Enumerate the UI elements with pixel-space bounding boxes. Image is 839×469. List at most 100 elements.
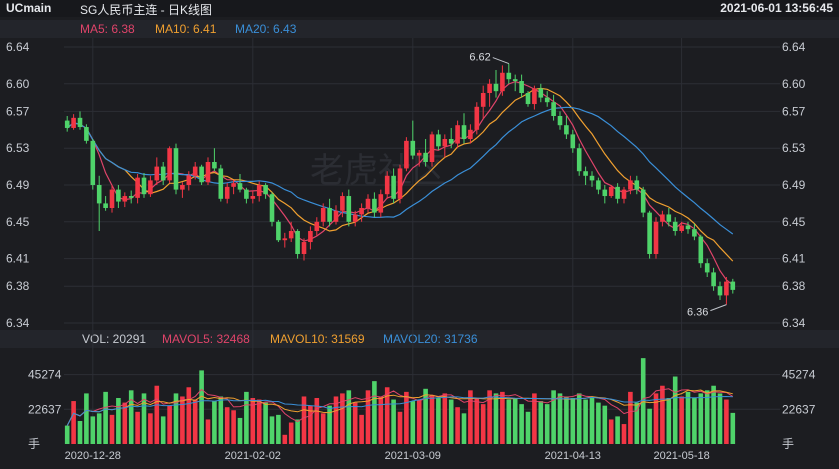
- candle-body: [77, 117, 83, 128]
- candle-body: [301, 242, 307, 254]
- volume-tick-label: 手: [782, 437, 794, 451]
- candle: [154, 157, 160, 185]
- candle-body: [442, 139, 448, 147]
- candle-body: [288, 231, 294, 239]
- kline-chart[interactable]: 老虎社区 6.646.606.576.536.496.456.416.386.3…: [0, 0, 839, 469]
- volume-bar: [704, 390, 710, 444]
- candle: [493, 70, 499, 98]
- candle-body: [295, 231, 300, 254]
- volume-bar: [212, 401, 217, 444]
- candle: [519, 74, 524, 98]
- candle: [135, 173, 140, 204]
- candle-body: [685, 225, 691, 230]
- volume-bar: [698, 393, 704, 444]
- candle-body: [455, 125, 460, 144]
- candle-body: [660, 214, 665, 222]
- candle-body: [372, 198, 377, 213]
- candle-body: [416, 152, 422, 156]
- candle-body: [256, 185, 262, 197]
- candle-body: [730, 281, 736, 290]
- volume-bar: [256, 399, 262, 444]
- candle: [237, 173, 243, 193]
- volume-bar: [448, 399, 454, 444]
- volume-tick-label: 手: [28, 437, 40, 451]
- price-tick-label: 6.38: [6, 279, 30, 293]
- candle-body: [64, 120, 70, 128]
- candle: [532, 85, 537, 110]
- date-tick-label: 2021-03-09: [385, 450, 441, 462]
- volume-bar: [269, 416, 275, 444]
- volume-bar: [570, 398, 576, 444]
- candle-body: [320, 208, 326, 222]
- price-tick-label: 6.53: [6, 141, 30, 155]
- candle: [455, 120, 460, 149]
- candle: [167, 146, 172, 184]
- candle: [148, 175, 153, 197]
- candle-body: [333, 210, 339, 222]
- candle: [506, 63, 512, 84]
- candle-body: [500, 72, 505, 92]
- volume-bar: [512, 398, 518, 444]
- candle-body: [672, 221, 678, 231]
- high-price-label: 6.62: [469, 52, 490, 64]
- candle: [557, 111, 563, 130]
- candle: [250, 190, 256, 204]
- candle-body: [218, 168, 224, 199]
- candle: [730, 278, 736, 294]
- candle: [474, 102, 480, 135]
- candle-body: [468, 129, 473, 139]
- volume-bars: [64, 358, 736, 444]
- candle-body: [410, 140, 416, 156]
- price-tick-label: 6.57: [6, 104, 30, 118]
- date-axis: 2020-12-28 2021-02-02 2021-03-09 2021-04-13…: [65, 450, 710, 462]
- volume-bar: [679, 396, 684, 444]
- candle-body: [90, 140, 96, 185]
- candle: [314, 217, 320, 236]
- volume-bar: [116, 398, 121, 444]
- candle: [295, 229, 300, 259]
- candle-body: [692, 229, 697, 237]
- candle: [512, 74, 518, 92]
- volume-bar: [186, 387, 192, 444]
- candlesticks: [64, 63, 736, 305]
- volume-bar: [192, 399, 198, 444]
- volume-bar: [180, 396, 185, 444]
- candle: [64, 116, 70, 132]
- volume-bar: [660, 385, 665, 444]
- volume-bar: [724, 399, 729, 444]
- volume-bar: [231, 410, 236, 444]
- candle: [96, 175, 102, 231]
- price-tick-label: 6.60: [782, 77, 806, 91]
- volume-bar: [410, 401, 416, 444]
- candle-body: [154, 166, 160, 181]
- price-tick-label: 6.49: [782, 178, 806, 192]
- volume-bar: [167, 405, 172, 444]
- candle-body: [506, 72, 512, 80]
- date-tick-label: 2021-04-13: [545, 450, 601, 462]
- candle-body: [71, 117, 76, 128]
- candle: [301, 238, 307, 261]
- volume-bar: [538, 401, 544, 444]
- candle-body: [205, 162, 211, 183]
- candle: [698, 234, 704, 268]
- candle-body: [224, 186, 230, 199]
- volume-bar: [352, 402, 358, 444]
- candle-body: [724, 281, 729, 296]
- candle-body: [346, 196, 352, 222]
- volume-bar: [397, 411, 403, 444]
- volume-bar: [154, 385, 160, 444]
- candle-body: [128, 196, 134, 198]
- volume-bar: [506, 399, 512, 444]
- candle-body: [263, 185, 268, 195]
- candle: [205, 157, 211, 185]
- candle: [116, 185, 121, 208]
- volume-bar: [730, 412, 736, 444]
- candle: [608, 185, 614, 198]
- candle-body: [519, 81, 524, 93]
- candle-body: [480, 93, 486, 107]
- candle-body: [493, 83, 499, 92]
- candle: [244, 187, 249, 204]
- volume-tick-label: 22637: [782, 402, 816, 416]
- volume-bar: [122, 402, 128, 444]
- candle: [711, 267, 716, 291]
